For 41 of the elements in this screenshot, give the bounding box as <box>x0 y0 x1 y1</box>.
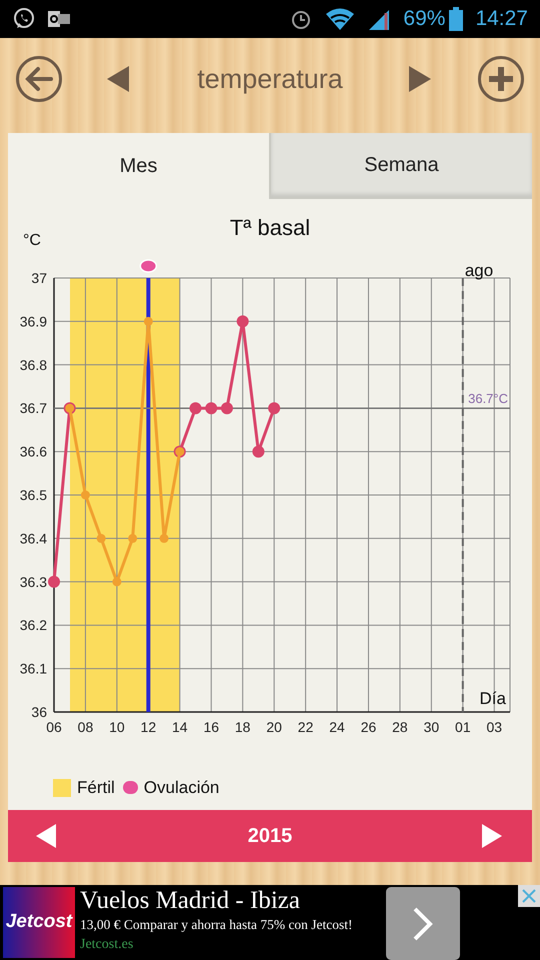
battery-percent: 69% <box>403 6 446 32</box>
y-axis-unit: °C <box>23 230 41 251</box>
x-tick-label: 06 <box>46 718 62 735</box>
y-tick-label: 36.3 <box>20 574 47 590</box>
y-tick-label: 36 <box>31 704 47 720</box>
tab[interactable]: Semana <box>269 133 532 199</box>
x-tick-label: 08 <box>78 718 94 735</box>
y-tick-label: 36.8 <box>20 356 47 373</box>
x-tick-label: 22 <box>298 718 314 735</box>
x-tick-label: 01 <box>455 718 471 735</box>
x-tick-label: 24 <box>329 718 345 735</box>
clock: 14:27 <box>475 6 528 32</box>
month-label: ago <box>464 260 494 280</box>
x-tick-label: 10 <box>109 718 125 735</box>
advertiser-logo[interactable]: Jetcost <box>3 887 75 958</box>
x-tick-label: 16 <box>203 718 220 735</box>
y-tick-label: 36.7 <box>20 400 47 416</box>
x-tick-label: 14 <box>172 718 188 735</box>
ad-title[interactable]: Vuelos Madrid - Ibiza <box>80 887 300 915</box>
ad-url[interactable]: Jetcost.es <box>80 935 134 955</box>
x-tick-label: 30 <box>424 718 440 735</box>
x-tick-label: 20 <box>266 718 282 735</box>
x-tick-label: 03 <box>486 718 502 735</box>
year-label: 2015 <box>248 824 292 849</box>
y-tick-label: 36.2 <box>20 617 47 634</box>
screen-title: temperatura <box>196 62 344 96</box>
x-tick-label: 26 <box>360 718 376 735</box>
y-tick-label: 36.6 <box>20 444 47 460</box>
legend-label: Ovulación <box>144 777 220 800</box>
x-tick-label: 28 <box>392 718 408 735</box>
y-tick-label: 36.1 <box>20 660 47 677</box>
chart-title: Tª basal <box>230 214 310 242</box>
legend-label: Fértil <box>77 777 115 800</box>
x-tick-label: 12 <box>140 718 156 735</box>
y-tick-label: 36.4 <box>20 530 47 546</box>
ad-text: 13,00 € Comparar y ahorra hasta 75% con Jetcost! <box>80 916 353 934</box>
y-tick-label: 36.9 <box>20 313 47 330</box>
y-tick-label: 37 <box>31 270 47 286</box>
x-tick-label: 18 <box>234 718 250 735</box>
y-tick-label: 36.5 <box>20 486 47 503</box>
x-axis-label: Día <box>480 688 506 708</box>
